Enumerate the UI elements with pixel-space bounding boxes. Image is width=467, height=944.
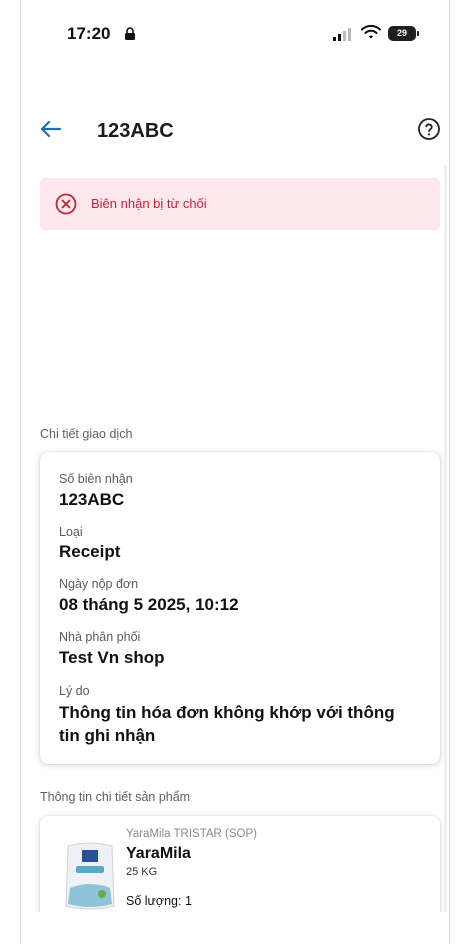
cellular-signal-icon (333, 28, 351, 41)
product-size: 25 KG (126, 866, 158, 878)
type-label: Loại (59, 525, 83, 539)
reason-value: Thông tin hóa đơn không khớp với thông t… (59, 703, 395, 745)
wifi-icon (361, 24, 381, 39)
battery-cap (417, 31, 419, 36)
battery-level: 29 (396, 28, 407, 38)
transaction-details-card: Số biên nhận 123ABC Loại Receipt Ngày nộ… (40, 452, 440, 764)
product-bag-image (65, 842, 115, 910)
alert-message: Biên nhận bị từ chối (91, 196, 207, 211)
scrollbar[interactable] (444, 165, 447, 935)
app-screen: 17:20 29 123ABC Biên nhận bị từ chối Chi… (20, 0, 450, 944)
submission-date-value: 08 tháng 5 2025, 10:12 (59, 595, 239, 614)
transaction-section-title: Chi tiết giao dịch (40, 427, 133, 441)
type-value: Receipt (59, 542, 121, 561)
status-time: 17:20 (67, 24, 111, 43)
lock-icon (125, 27, 135, 40)
bottom-bar (21, 912, 449, 944)
receipt-number-label: Số biên nhận (59, 472, 133, 486)
battery-icon: 29 (388, 26, 416, 41)
back-arrow-icon[interactable] (37, 115, 65, 143)
page-title: 123ABC (97, 120, 174, 142)
rejected-alert: Biên nhận bị từ chối (40, 178, 440, 230)
product-name: YaraMila (126, 845, 191, 862)
product-quantity: Số lượng: 1 (126, 894, 192, 908)
status-bar: 17:20 29 (21, 0, 449, 70)
product-line: YaraMila TRISTAR (SOP) (126, 828, 257, 840)
app-bar: 123ABC (21, 105, 449, 155)
product-section-title: Thông tin chi tiết sản phẩm (40, 790, 191, 804)
distributor-label: Nhà phân phối (59, 630, 141, 644)
error-circle-icon (55, 193, 77, 215)
submission-date-label: Ngày nộp đơn (59, 577, 139, 591)
reason-label: Lý do (59, 684, 90, 698)
distributor-value: Test Vn shop (59, 648, 165, 667)
receipt-number-value: 123ABC (59, 490, 125, 509)
help-icon[interactable] (417, 117, 441, 141)
